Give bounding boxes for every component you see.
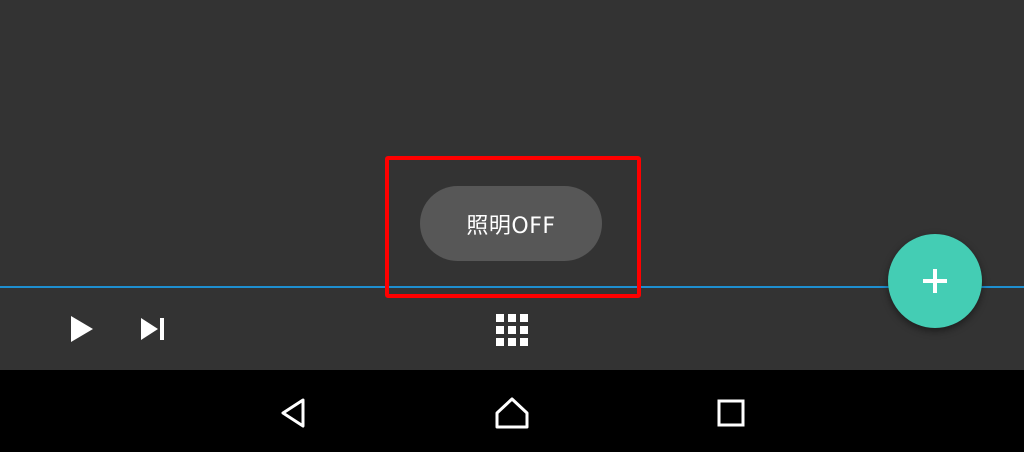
back-button[interactable] (270, 390, 316, 436)
grid-menu-button[interactable] (490, 308, 534, 352)
recents-button[interactable] (708, 390, 754, 436)
play-icon (71, 316, 93, 342)
highlight-box (385, 156, 641, 298)
skip-next-icon (141, 318, 164, 340)
play-button[interactable] (62, 310, 100, 348)
recents-icon (717, 399, 745, 427)
home-button[interactable] (489, 390, 535, 436)
add-button[interactable] (888, 234, 982, 328)
plus-icon (923, 269, 947, 293)
skip-next-button[interactable] (134, 310, 172, 348)
grid-icon (496, 314, 528, 346)
back-icon (281, 398, 305, 428)
system-navigation-bar (0, 370, 1024, 452)
home-icon (495, 397, 529, 429)
bottom-toolbar (0, 288, 1024, 370)
